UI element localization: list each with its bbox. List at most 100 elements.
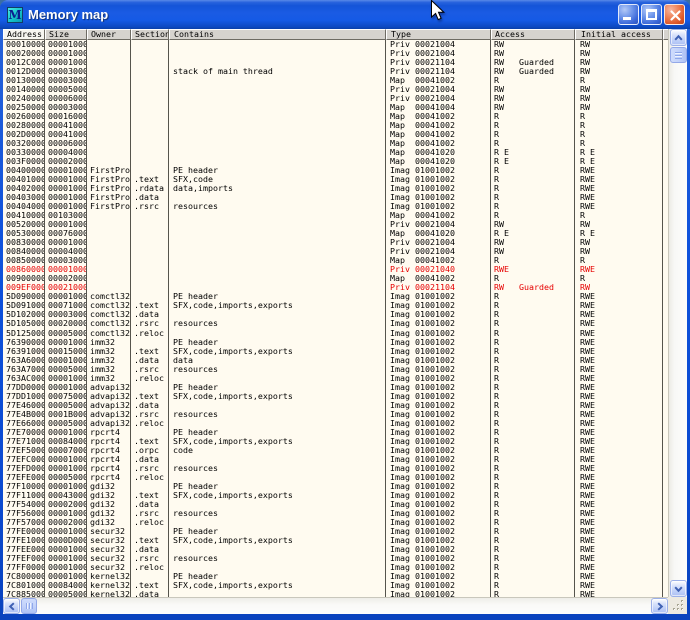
table-row[interactable]: 77E6600000005000advapi32.relocImag 01001… (3, 419, 668, 428)
scroll-up-button[interactable] (670, 29, 687, 46)
table-row[interactable]: 0040200000001000FirstPro.rdatadata,impor… (3, 184, 668, 193)
table-row[interactable]: 0053000000076000Map 00041020R ER E (3, 229, 668, 238)
table-row[interactable]: 77FEF00000001000secur32.rsrcresourcesIma… (3, 554, 668, 563)
cell-owner (87, 121, 131, 130)
table-row[interactable]: 7C88500000005000kernel32.dataImag 010010… (3, 590, 668, 597)
table-row[interactable]: 77FEE00000001000secur32.dataImag 0100100… (3, 545, 668, 554)
column-header-type[interactable]: Type (386, 29, 491, 40)
column-header-contains[interactable]: Contains (169, 29, 386, 40)
table-row[interactable]: 0040300000001000FirstPro.dataImag 010010… (3, 193, 668, 202)
table-row[interactable]: 5D10200000003000comctl32.dataImag 010010… (3, 310, 668, 319)
cell-owner: gdi32 (87, 500, 131, 509)
table-row[interactable]: 003F000000002000Map 00041020R ER E (3, 157, 668, 166)
table-row[interactable]: 0002000000001000Priv 00021004RWRW (3, 49, 668, 58)
table-row[interactable]: 763A700000005000imm32.rsrcresourcesImag … (3, 365, 668, 374)
table-row[interactable]: 0012C00000001000Priv 00021104RW GuardedR… (3, 58, 668, 67)
cell-owner (87, 211, 131, 220)
table-row[interactable]: 0090000000002000Map 00041002RR (3, 274, 668, 283)
table-row[interactable]: 77E4B0000001B000advapi32.rsrcresourcesIm… (3, 410, 668, 419)
scroll-left-button[interactable] (3, 598, 20, 614)
cell-type: Imag 01001002 (386, 554, 491, 563)
table-row[interactable]: 002D000000041000Map 00041002RR (3, 130, 668, 139)
cell-section: .data (131, 500, 169, 509)
table-row[interactable]: 5D12500000005000comctl32.relocImag 01001… (3, 329, 668, 338)
cell-owner (87, 229, 131, 238)
vertical-scroll-thumb[interactable] (670, 47, 687, 63)
column-header-address[interactable]: Address (3, 29, 45, 40)
table-row[interactable]: 0032000000006000Map 00041002RR (3, 139, 668, 148)
table-row[interactable]: 009EF00000021000Priv 00021104RW GuardedR… (3, 283, 668, 292)
maximize-button[interactable] (641, 4, 662, 25)
table-row[interactable]: 77FF000000001000secur32.relocImag 010010… (3, 563, 668, 572)
cell-address: 5D091000 (3, 301, 45, 310)
table-row[interactable]: 0033000000004000Map 00041020R ER E (3, 148, 668, 157)
table-row[interactable]: 77DD100000075000advapi32.textSFX,code,im… (3, 392, 668, 401)
table-row[interactable]: 77EFC00000001000rpcrt4.dataImag 01001002… (3, 455, 668, 464)
cell-access: RW (491, 247, 575, 256)
table-row[interactable]: 7639000000001000imm32PE headerImag 01001… (3, 338, 668, 347)
column-header-owner[interactable]: Owner (87, 29, 131, 40)
table-row[interactable]: 77EF500000007000rpcrt4.orpccodeImag 0100… (3, 446, 668, 455)
table-row[interactable]: 77F5700000002000gdi32.relocImag 01001002… (3, 518, 668, 527)
scroll-down-button[interactable] (670, 580, 687, 597)
cell-address: 00330000 (3, 148, 45, 157)
table-row[interactable]: 77FE10000000D000secur32.textSFX,code,imp… (3, 536, 668, 545)
table-row[interactable]: 7639100000015000imm32.textSFX,code,impor… (3, 347, 668, 356)
table-row[interactable]: 77E7000000001000rpcrt4PE headerImag 0100… (3, 428, 668, 437)
table-row[interactable]: 77DD000000001000advapi32PE headerImag 01… (3, 383, 668, 392)
table-row[interactable]: 77F1100000043000gdi32.textSFX,code,impor… (3, 491, 668, 500)
table-row[interactable]: 0040400000001000FirstPro.rsrcresourcesIm… (3, 202, 668, 211)
table-row[interactable]: 0040000000001000FirstProPE headerImag 01… (3, 166, 668, 175)
table-row[interactable]: 77F5400000002000gdi32.dataImag 01001002R… (3, 500, 668, 509)
table-row[interactable]: 0083000000001000Priv 00021004RWRW (3, 238, 668, 247)
table-row[interactable]: 0040100000001000FirstPro.textSFX,codeIma… (3, 175, 668, 184)
table-row[interactable]: 0025000000003000Map 00041004RWRW (3, 103, 668, 112)
table-row[interactable]: 77FE000000001000secur32PE headerImag 010… (3, 527, 668, 536)
table-row[interactable]: 7C80100000084000kernel32.textSFX,code,im… (3, 581, 668, 590)
table-row[interactable]: 0085000000003000Map 00041002RR (3, 256, 668, 265)
table-row[interactable]: 0086000000001000Priv 00021040RWERWE (3, 265, 668, 274)
column-header-access[interactable]: Access (491, 29, 575, 40)
column-header-section[interactable]: Section (131, 29, 169, 40)
table-row[interactable]: 77F1000000001000gdi32PE headerImag 01001… (3, 482, 668, 491)
close-button[interactable] (664, 4, 685, 25)
table-row[interactable]: 763A600000001000imm32.datadataImag 01001… (3, 356, 668, 365)
table-row[interactable]: 77F5600000001000gdi32.rsrcresourcesImag … (3, 509, 668, 518)
table-row[interactable]: 77E7100000084000rpcrt4.textSFX,code,impo… (3, 437, 668, 446)
table-row[interactable]: 77EFD00000001000rpcrt4.rsrcresourcesImag… (3, 464, 668, 473)
table-row[interactable]: 0012D00000003000stack of main threadPriv… (3, 67, 668, 76)
table-row[interactable]: 0026000000016000Map 00041002RR (3, 112, 668, 121)
table-row[interactable]: 5D09000000001000comctl32PE headerImag 01… (3, 292, 668, 301)
table-row[interactable]: 0052000000001000Priv 00021004RWRW (3, 220, 668, 229)
cell-section: .data (131, 455, 169, 464)
table-row[interactable]: 5D10500000020000comctl32.rsrcresourcesIm… (3, 319, 668, 328)
cell-address: 00401000 (3, 175, 45, 184)
minimize-button[interactable] (618, 4, 639, 25)
cell-address: 76391000 (3, 347, 45, 356)
table-row[interactable]: 0041000000103000Map 00041002RR (3, 211, 668, 220)
column-header-size[interactable]: Size (45, 29, 87, 40)
table-row[interactable]: 0001000000001000Priv 00021004RWRW (3, 40, 668, 49)
cell-initial: RWE (575, 563, 663, 572)
table-row[interactable]: 0084000000004000Priv 00021004RWRW (3, 247, 668, 256)
cell-address: 00320000 (3, 139, 45, 148)
cell-access: R E (491, 157, 575, 166)
resize-grip-icon[interactable] (672, 599, 685, 612)
table-row[interactable]: 0028000000041000Map 00041002RR (3, 121, 668, 130)
scroll-right-button[interactable] (651, 598, 668, 614)
column-header-initial-access[interactable]: Initial access (575, 29, 663, 40)
table-row[interactable]: 0014000000005000Priv 00021004RWRW (3, 85, 668, 94)
table-row[interactable]: 7C80000000001000kernel32PE headerImag 01… (3, 572, 668, 581)
vertical-scrollbar[interactable] (668, 29, 687, 597)
cell-initial: RW (575, 238, 663, 247)
table-row[interactable]: 763AC00000001000imm32.relocImag 01001002… (3, 374, 668, 383)
table-row[interactable]: 5D09100000071000comctl32.textSFX,code,im… (3, 301, 668, 310)
table-row[interactable]: 77E4600000005000advapi32.dataImag 010010… (3, 401, 668, 410)
cell-address: 7C885000 (3, 590, 45, 597)
table-row[interactable]: 77EFE00000005000rpcrt4.relocImag 0100100… (3, 473, 668, 482)
horizontal-scrollbar[interactable] (3, 597, 668, 614)
table-row[interactable]: 0024000000006000Priv 00021004RWRW (3, 94, 668, 103)
cell-access: RW (491, 49, 575, 58)
table-row[interactable]: 0013000000003000Map 00041002RR (3, 76, 668, 85)
horizontal-scroll-thumb[interactable] (21, 598, 37, 614)
